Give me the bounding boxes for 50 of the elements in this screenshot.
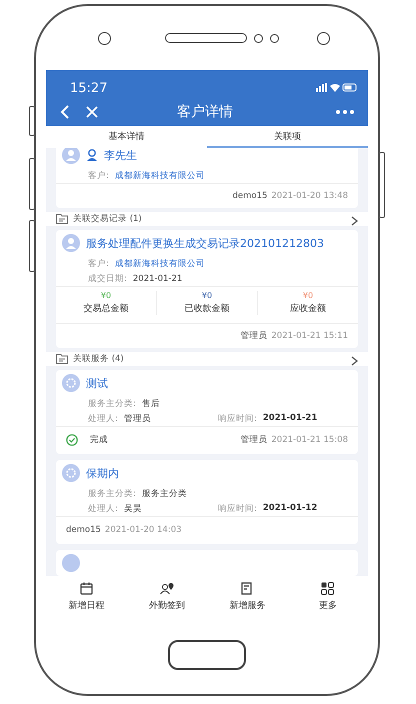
toolbar-button[interactable]: 外勤签到 — [126, 576, 207, 618]
field-value: 吴昊 — [124, 502, 142, 514]
author: 管理员 — [240, 434, 268, 446]
amount-value: ¥0 — [302, 291, 314, 300]
field-label: 成交日期: — [88, 272, 127, 284]
author: demo15 — [232, 191, 268, 201]
field-label: 服务主分类: — [88, 488, 136, 500]
toolbar-button[interactable]: 更多 — [288, 576, 368, 618]
field-label: 响应时间: — [218, 412, 257, 424]
timestamp: 2021-01-21 15:11 — [271, 331, 348, 341]
customer-link[interactable]: 成都新海科技有限公司 — [114, 258, 205, 270]
amount-value: ¥0 — [100, 291, 112, 300]
toolbar-button[interactable]: 新增日程 — [46, 576, 126, 618]
field-label: 服务主分类: — [88, 398, 136, 410]
transaction-card[interactable]: 服务处理配件更换生成交易记录202101212803 客户: 成都新海科技有限公司 成交日期: 2021-01-21 ¥0 交易总金额 ¥0 已收款金额 ¥0 应收金额 管理员 2021-01-21 15:11 — [56, 230, 358, 348]
field-value: 2021-01-21 — [132, 274, 182, 284]
field-label: 处理人: — [88, 412, 118, 424]
contact-card[interactable]: 李先生 客户: 成都新海科技有限公司 demo15 2021-01-20 13:48 — [56, 148, 358, 208]
service-title: 保期内 — [86, 466, 119, 480]
field-label: 客户: — [88, 258, 109, 270]
customer-link[interactable]: 成都新海科技有限公司 — [114, 170, 205, 182]
amount-label: 已收款金额 — [184, 302, 230, 315]
service-title: 测试 — [86, 376, 108, 390]
field-value: 服务主分类 — [142, 488, 187, 500]
amount-label: 交易总金额 — [84, 302, 128, 315]
timestamp: 2021-01-20 13:48 — [271, 191, 348, 201]
timestamp: 2021-01-21 15:08 — [271, 435, 348, 445]
field-label: 处理人: — [88, 502, 118, 514]
field-value: 2021-01-21 — [262, 412, 318, 424]
contact-name: 李先生 — [104, 148, 137, 162]
service-card[interactable]: 保期内 服务主分类: 服务主分类 处理人: 吴昊 响应时间: 2021-01-12 demo15 2021-01-20 14:03 — [56, 460, 358, 544]
field-label: 客户: — [88, 170, 109, 182]
status-time: 15:27 — [70, 80, 108, 96]
service-card[interactable]: 测试 服务主分类: 售后 处理人: 管理员 响应时间: 2021-01-21 完成 管理员 2021-01-21 15:08 — [56, 370, 358, 454]
amount-label: 应收金额 — [290, 302, 326, 315]
status-text: 完成 — [90, 434, 108, 446]
field-label: 响应时间: — [218, 502, 257, 514]
field-value: 2021-01-12 — [262, 502, 318, 514]
section-title: 关联交易记录 (1) — [73, 213, 142, 225]
amount-value: ¥0 — [202, 291, 212, 300]
toolbar-button[interactable]: 新增服务 — [207, 576, 288, 618]
author: 管理员 — [240, 330, 268, 342]
author: demo15 — [66, 525, 101, 535]
section-title: 关联服务 (4) — [73, 353, 124, 365]
page-title: 客户详情 — [176, 103, 234, 121]
tab[interactable]: 基本详情 — [46, 126, 207, 148]
timestamp: 2021-01-20 14:03 — [104, 525, 182, 535]
transaction-title: 服务处理配件更换生成交易记录202101212803 — [86, 236, 324, 250]
field-value: 售后 — [142, 398, 160, 410]
field-value: 管理员 — [124, 412, 151, 424]
